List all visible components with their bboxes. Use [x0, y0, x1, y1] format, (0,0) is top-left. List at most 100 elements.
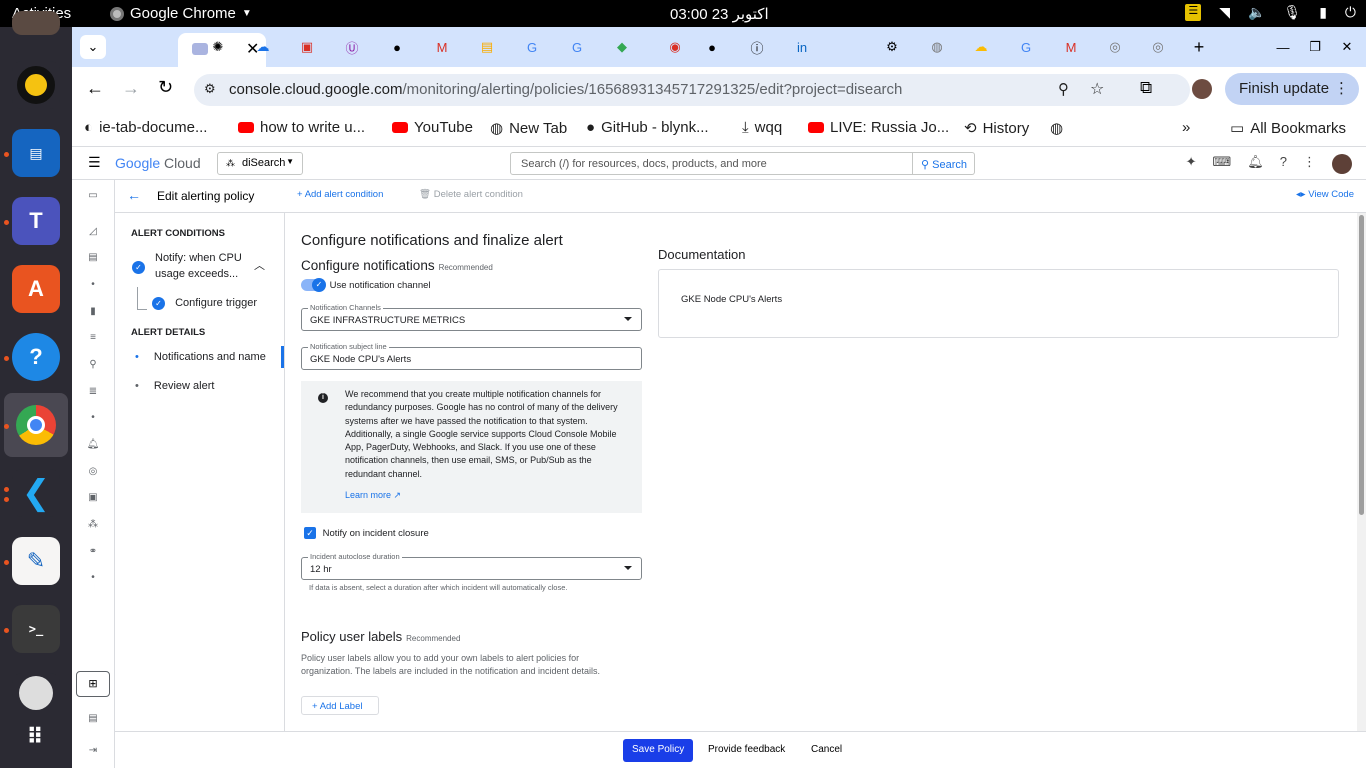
rhythmbox-icon[interactable]: [12, 61, 60, 109]
bookmark-item[interactable]: ⟲ History: [964, 119, 1029, 138]
tab-search-dropdown-icon[interactable]: ⌄: [80, 35, 106, 59]
user-avatar[interactable]: [1332, 154, 1352, 174]
tab-google-icon[interactable]: G: [519, 35, 545, 59]
notifications-bell-icon[interactable]: 🔔︎: [1247, 154, 1264, 174]
hamburger-menu-icon[interactable]: ☰: [88, 154, 101, 171]
zoom-icon[interactable]: ⚲: [1058, 80, 1069, 98]
extensions-icon[interactable]: ⧉: [1140, 78, 1152, 98]
address-bar[interactable]: ⚙ console.cloud.google.com/monitoring/al…: [194, 74, 1190, 106]
bookmark-item[interactable]: LIVE: Russia Jo...: [808, 119, 949, 136]
tab-globe-icon[interactable]: ◍: [924, 35, 950, 59]
tab-u-icon[interactable]: Ⓤ: [339, 35, 365, 59]
github-desktop-icon[interactable]: [12, 673, 60, 710]
back-arrow-icon[interactable]: ←: [127, 187, 141, 203]
notify-on-closure-checkbox[interactable]: ✓ Notify on incident closure: [304, 527, 429, 539]
rail-nav-icon[interactable]: ⁂: [86, 519, 100, 533]
monitoring-icon[interactable]: ▭: [86, 190, 100, 204]
tab-chrome-icon[interactable]: ◎: [1102, 35, 1128, 59]
chrome-icon[interactable]: [12, 401, 60, 449]
bookmark-star-icon[interactable]: ☆: [1090, 79, 1104, 99]
maximize-icon[interactable]: ❐: [1302, 35, 1328, 59]
learn-more-link[interactable]: Learn more ↗: [345, 489, 401, 502]
bookmark-item[interactable]: ⤓ wqq: [742, 119, 782, 136]
new-tab-icon[interactable]: +: [1186, 35, 1212, 59]
project-picker[interactable]: ⁂ diSearch ▼: [217, 152, 303, 175]
show-apps-grid-icon[interactable]: ⠿: [12, 713, 60, 761]
tab-github-icon[interactable]: ●: [699, 35, 725, 59]
list-icon[interactable]: ≡: [86, 332, 100, 346]
rail-nav-icon[interactable]: •: [86, 572, 100, 586]
scrollbar-thumb[interactable]: [1359, 215, 1364, 515]
configure-trigger-step[interactable]: ✓ Configure trigger: [152, 297, 257, 310]
notifications-and-name-step[interactable]: • Notifications and name: [135, 351, 266, 363]
rail-nav-icon[interactable]: ◿: [86, 226, 100, 240]
add-label-button[interactable]: + Add Label: [301, 696, 379, 715]
terminal-icon[interactable]: >_: [12, 605, 60, 653]
tab-app-icon[interactable]: ▣: [294, 35, 320, 59]
rail-nav-icon[interactable]: ⚲: [86, 359, 100, 373]
vertical-scrollbar[interactable]: [1357, 213, 1366, 731]
tab-chrome-icon[interactable]: ◎: [1145, 35, 1171, 59]
alerting-bell-icon[interactable]: 🔔︎: [86, 439, 100, 453]
tab-chatgpt-icon[interactable]: ✺: [205, 35, 231, 59]
tab-record-icon[interactable]: ◉: [662, 35, 688, 59]
search-button[interactable]: ⚲ Search: [913, 152, 975, 175]
tab-linkedin-icon[interactable]: in: [789, 35, 815, 59]
use-notification-channel-toggle[interactable]: ✓ Use notification channel: [301, 278, 431, 292]
app-center-icon[interactable]: A: [12, 265, 60, 313]
site-info-icon[interactable]: ⚙: [204, 81, 216, 97]
documentation-editor[interactable]: GKE Node CPU's Alerts: [658, 269, 1339, 338]
tab-github-icon[interactable]: ●: [384, 35, 410, 59]
cancel-button[interactable]: Cancel: [811, 744, 842, 755]
rail-nav-icon[interactable]: ⚭: [86, 546, 100, 560]
view-code-button[interactable]: ◂▸ View Code: [1296, 189, 1354, 200]
toggle-switch[interactable]: ✓: [301, 278, 326, 292]
chevron-up-icon[interactable]: ︿: [254, 257, 265, 273]
close-window-icon[interactable]: ✕: [1334, 35, 1360, 59]
tab-info-icon[interactable]: ⓘ: [744, 35, 770, 59]
back-arrow-icon[interactable]: ←: [86, 78, 104, 99]
notification-subject-input[interactable]: Notification subject line GKE Node CPU's…: [301, 342, 642, 370]
rail-nav-icon[interactable]: ≣: [86, 386, 100, 400]
vscode-icon[interactable]: ❮: [12, 469, 60, 517]
tab-gmail-icon[interactable]: M: [429, 35, 455, 59]
dock-item-top-partial[interactable]: [12, 11, 60, 35]
clock[interactable]: اكتوبر 23 03:00: [670, 5, 769, 23]
tab-drive-icon[interactable]: ☁: [968, 35, 994, 59]
rail-nav-icon[interactable]: ◎: [86, 466, 100, 480]
finish-update-button[interactable]: Finish update ⋮: [1225, 73, 1359, 105]
cloud-shell-icon[interactable]: ⌨: [1212, 154, 1231, 174]
rail-nav-icon[interactable]: ▤: [86, 713, 100, 727]
condition-step[interactable]: ✓ Notify: when CPU usage exceeds... ︿: [131, 251, 281, 285]
notification-channels-select[interactable]: Notification Channels GKE INFRASTRUCTURE…: [301, 303, 642, 331]
more-bookmarks-button[interactable]: »: [1182, 119, 1190, 136]
delete-alert-condition-button[interactable]: 🗑︎ Delete alert condition: [419, 189, 523, 200]
bookmark-item[interactable]: how to write u...: [238, 119, 365, 136]
teams-icon[interactable]: T: [12, 197, 60, 245]
system-tray[interactable]: ☰ ◥ 🔈 🎙 ▮ ⏻: [1185, 4, 1356, 21]
more-vert-icon[interactable]: ⋮: [1303, 154, 1316, 174]
bookmark-item[interactable]: ● GitHub - blynk...: [586, 119, 709, 136]
rail-nav-icon[interactable]: •: [86, 412, 100, 426]
notes-indicator-icon[interactable]: ☰: [1185, 4, 1202, 21]
all-bookmarks-button[interactable]: ▭ All Bookmarks: [1230, 119, 1346, 138]
rail-nav-icon[interactable]: ▣: [86, 492, 100, 506]
add-alert-condition-button[interactable]: + Add alert condition: [297, 189, 383, 200]
forward-arrow-icon[interactable]: →: [122, 78, 140, 99]
tab-multicolor-icon[interactable]: ◆: [609, 35, 635, 59]
review-alert-step[interactable]: • Review alert: [135, 380, 214, 392]
tab-gmail-icon[interactable]: M: [1058, 35, 1084, 59]
checkbox-checked-icon[interactable]: ✓: [304, 527, 316, 539]
autoclose-duration-select[interactable]: Incident autoclose duration 12 hr: [301, 552, 642, 580]
tab-google-icon[interactable]: G: [564, 35, 590, 59]
app-menu[interactable]: Google Chrome ▼: [110, 5, 252, 22]
rail-nav-icon[interactable]: •: [86, 279, 100, 293]
bookmark-item[interactable]: ◐ ie-tab-docume...: [84, 119, 207, 136]
pinned-rail-button[interactable]: ⊞: [76, 671, 110, 697]
tab-docs-icon[interactable]: ▤: [474, 35, 500, 59]
gemini-sparkle-icon[interactable]: ✦: [1186, 154, 1197, 174]
bookmark-globe-icon[interactable]: ◍: [1050, 119, 1063, 137]
expand-rail-icon[interactable]: ⇥: [86, 745, 100, 759]
tab-google-icon[interactable]: G: [1013, 35, 1039, 59]
help-icon[interactable]: ?: [1280, 154, 1287, 174]
